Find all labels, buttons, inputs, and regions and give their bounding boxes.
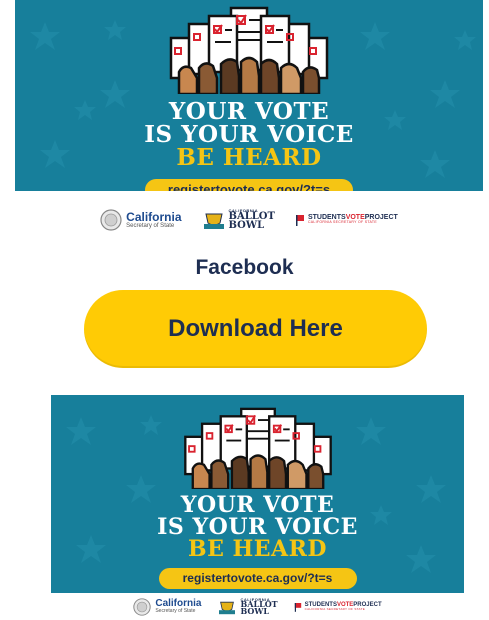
headline-line-3: BE HEARD (176, 144, 322, 171)
ballot-hands-icon (169, 6, 329, 94)
ballot-hands-icon (183, 407, 332, 489)
register-url-pill: registertovote.ca.gov/?t=s (158, 568, 357, 589)
sponsor-logos: California Secretary of State CALIFORNIA… (15, 191, 483, 242)
headline-line-1: YOUR VOTE (180, 492, 335, 518)
logo-svp-sub: CALIFORNIA SECRETARY OF STATE (304, 607, 366, 612)
download-button[interactable]: Download Here (84, 290, 427, 368)
logo-svp-sub: CALIFORNIA SECRETARY OF STATE (307, 220, 378, 225)
banner-background: YOUR VOTE IS YOUR VOICE BE HEARD registe… (15, 0, 483, 191)
logo-ca-name: California (126, 209, 182, 224)
logo-california-sos: California Secretary of State (133, 597, 201, 616)
svp-flag-icon (295, 214, 304, 226)
logo-students-vote-project: STUDENTSVOTEPROJECT CALIFORNIA SECRETARY… (295, 214, 398, 226)
social-graphic-banner-top: YOUR VOTE IS YOUR VOICE BE HEARD registe… (15, 0, 483, 242)
register-url-pill: registertovote.ca.gov/?t=s (145, 179, 353, 191)
logo-bb-line2: BOWL (228, 220, 265, 232)
banner-headline: YOUR VOTE IS YOUR VOICE BE HEARD (51, 494, 464, 560)
logo-ballot-bowl: CALIFORNIA BALLOT BOWL (217, 597, 278, 617)
logo-ballot-bowl: CALIFORNIA BALLOT BOWL (202, 208, 275, 232)
logo-ca-sub: Secretary of State (126, 222, 175, 229)
state-seal-icon (133, 597, 152, 616)
headline-line-3: BE HEARD (187, 536, 327, 562)
headline-line-2: IS YOUR VOICE (144, 121, 354, 148)
section-label-facebook: Facebook (195, 256, 294, 279)
sponsor-logos: California Secretary of State CALIFORNIA… (51, 593, 464, 620)
trophy-icon (203, 213, 224, 229)
logo-students-vote-project: STUDENTSVOTEPROJECT CALIFORNIA SECRETARY… (294, 602, 382, 612)
logo-bb-line2: BOWL (240, 606, 269, 617)
svp-flag-icon (294, 602, 301, 612)
social-graphic-banner-bottom: YOUR VOTE IS YOUR VOICE BE HEARD registe… (51, 395, 464, 620)
headline-line-1: YOUR VOTE (168, 98, 330, 125)
banner-headline: YOUR VOTE IS YOUR VOICE BE HEARD (15, 100, 483, 169)
logo-california-sos: California Secretary of State (100, 208, 182, 231)
banner-background: YOUR VOTE IS YOUR VOICE BE HEARD registe… (51, 395, 464, 593)
trophy-icon (219, 601, 236, 614)
logo-ca-sub: Secretary of State (155, 608, 196, 614)
headline-line-2: IS YOUR VOICE (157, 514, 358, 540)
state-seal-icon (100, 208, 122, 231)
